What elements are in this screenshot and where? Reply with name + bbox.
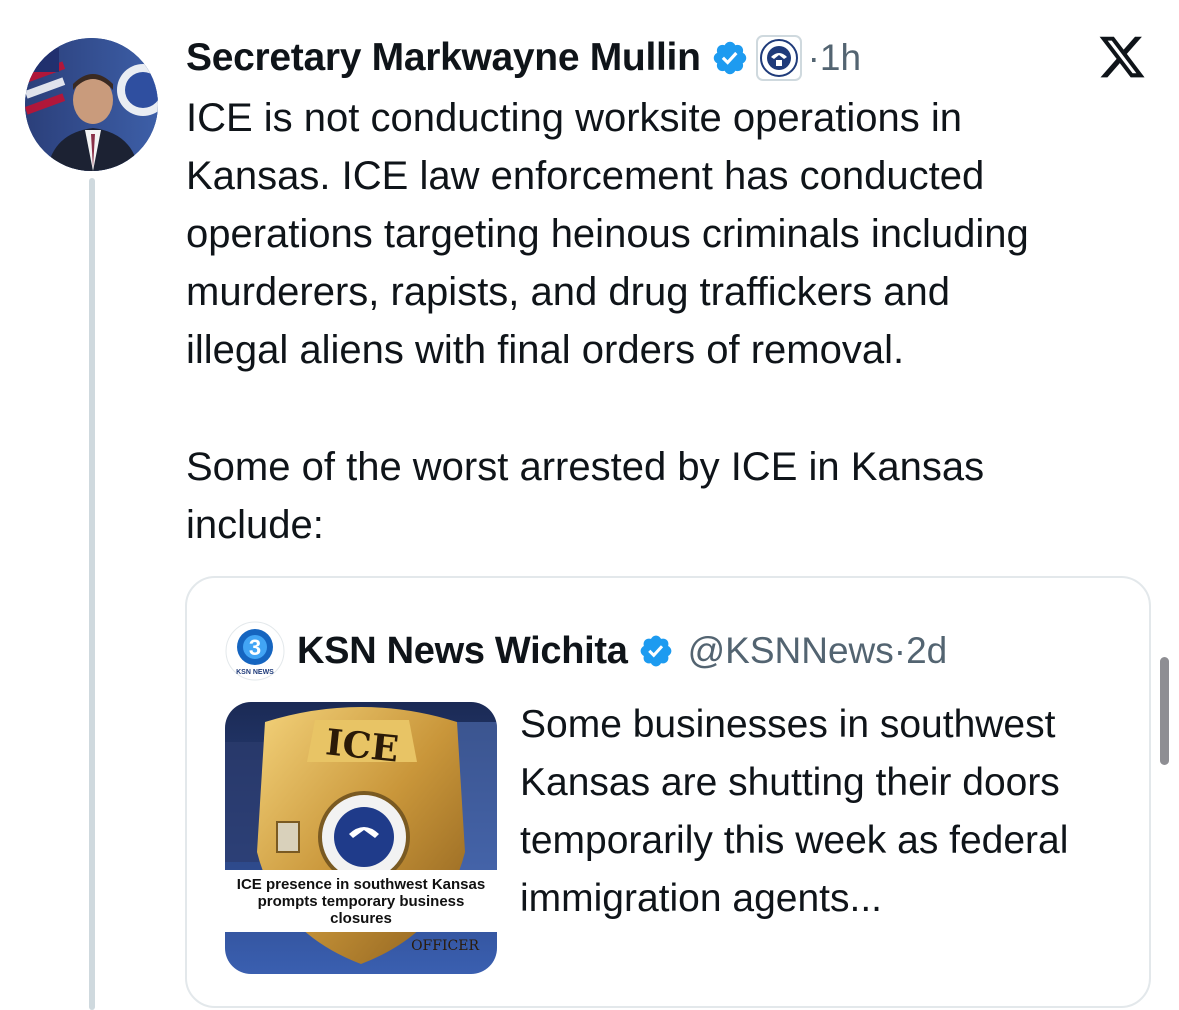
quoted-tweet-time[interactable]: ·2d — [894, 630, 947, 672]
verified-badge-icon[interactable] — [711, 39, 749, 77]
tweet-header: Secretary Markwayne Mullin ·1h — [186, 30, 1006, 86]
ice-badge-image: ICE OFFICER — [225, 702, 497, 974]
ksn-logo-number: 3 — [249, 635, 261, 660]
dhs-seal-icon[interactable] — [755, 35, 802, 81]
quoted-tweet-thumbnail[interactable]: ICE OFFICER ICE presence in southwest Ka… — [225, 702, 497, 974]
thumbnail-caption: ICE presence in southwest Kansas prompts… — [225, 870, 497, 932]
quoted-tweet-card[interactable]: 3 KSN NEWS KSN News Wichita @KSNNews ·2d — [185, 576, 1151, 1008]
quoted-tweet-text: Some businesses in southwest Kansas are … — [520, 703, 1069, 920]
tweet-text-paragraph-1: ICE is not conducting worksite operation… — [186, 96, 1029, 372]
badge-footer-text: OFFICER — [411, 938, 479, 954]
x-logo-icon[interactable] — [1097, 32, 1147, 82]
scrollbar[interactable] — [1160, 657, 1169, 765]
ksn-logo-subtext: KSN NEWS — [236, 669, 274, 676]
quoted-tweet-header: 3 KSN NEWS KSN News Wichita @KSNNews ·2d — [225, 621, 947, 681]
tweet-text-paragraph-2: Some of the worst arrested by ICE in Kan… — [186, 445, 985, 547]
author-avatar[interactable] — [25, 38, 158, 171]
author-name[interactable]: Secretary Markwayne Mullin — [186, 36, 701, 80]
quoted-author-name[interactable]: KSN News Wichita — [297, 630, 628, 673]
thread-line — [89, 178, 95, 1010]
avatar-photo — [25, 38, 158, 171]
verified-badge-icon[interactable] — [638, 633, 674, 669]
tweet-time[interactable]: ·1h — [808, 37, 861, 79]
badge-text: ICE — [324, 721, 401, 770]
quoted-author-handle[interactable]: @KSNNews — [688, 630, 894, 672]
ksn-logo-icon[interactable]: 3 KSN NEWS — [225, 621, 285, 681]
